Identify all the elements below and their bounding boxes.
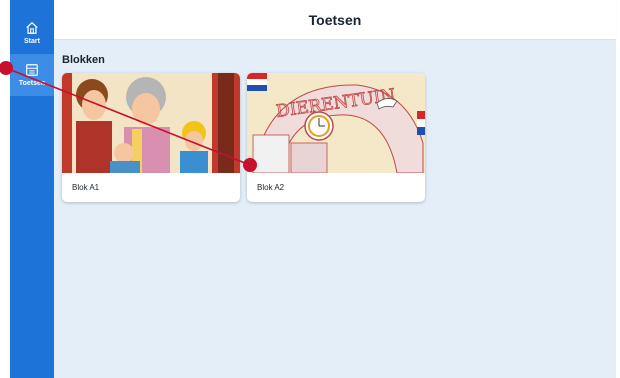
sidebar-item-start[interactable]: Start [10, 12, 54, 54]
home-icon [26, 22, 38, 34]
sidebar-item-label: Toetsen [18, 80, 46, 87]
card-blok-a1[interactable]: Blok A1 [62, 73, 240, 202]
card-image-zoo-gate: DIERENTUIN [247, 73, 425, 173]
app-window: Start Toetsen Toetsen Blokken Blok A1 DI… [10, 0, 616, 378]
card-label: Blok A2 [257, 183, 285, 192]
page-header: Toetsen [54, 0, 616, 39]
sidebar-item-toetsen[interactable]: Toetsen [10, 54, 54, 96]
sidebar: Start Toetsen [10, 0, 54, 378]
card-image-family [62, 73, 240, 173]
page-title: Toetsen [308, 11, 362, 28]
card-label: Blok A1 [72, 183, 100, 192]
card-blok-a2[interactable]: DIERENTUIN Blok A2 [247, 73, 425, 202]
grid-list-icon [26, 64, 38, 76]
section-title: Blokken [62, 54, 105, 66]
sidebar-item-label: Start [24, 38, 40, 45]
